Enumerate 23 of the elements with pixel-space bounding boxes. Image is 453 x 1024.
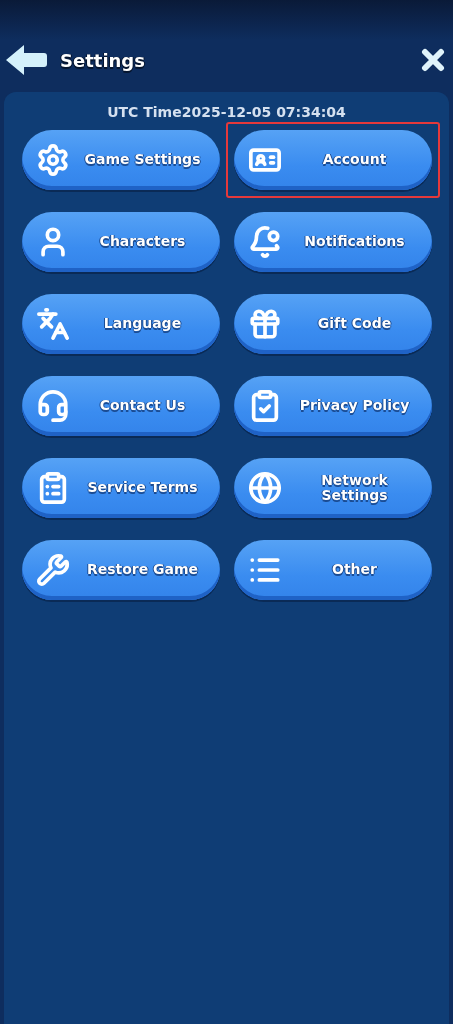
menu-button[interactable]: Contact Us xyxy=(21,376,220,436)
back-arrow-icon[interactable] xyxy=(4,43,48,77)
menu-button[interactable]: Privacy Policy xyxy=(233,376,432,436)
menu-button[interactable]: Game Settings xyxy=(21,130,220,190)
language-icon xyxy=(35,307,70,341)
headset-icon xyxy=(35,389,70,423)
menu-button[interactable]: Characters xyxy=(21,212,220,272)
menu-button[interactable]: Gift Code xyxy=(233,294,432,354)
globe-icon xyxy=(247,471,282,505)
menu-button[interactable]: Network Settings xyxy=(233,458,432,518)
menu-button[interactable]: Account xyxy=(233,130,432,190)
bell-icon xyxy=(247,225,282,259)
settings-icon xyxy=(35,143,70,177)
utc-time: UTC Time2025-12-05 07:34:04 xyxy=(107,104,346,120)
menu-button[interactable]: Notifications xyxy=(233,212,432,272)
menu-button[interactable]: Language xyxy=(21,294,220,354)
screen-title: Settings xyxy=(60,49,146,71)
wrench-icon xyxy=(35,553,70,587)
close-icon[interactable] xyxy=(421,48,445,72)
gift-icon xyxy=(247,307,282,341)
menu-button[interactable]: Service Terms xyxy=(21,458,220,518)
menu-button[interactable]: Other xyxy=(233,540,432,600)
menu-button[interactable]: Restore Game xyxy=(21,540,220,600)
